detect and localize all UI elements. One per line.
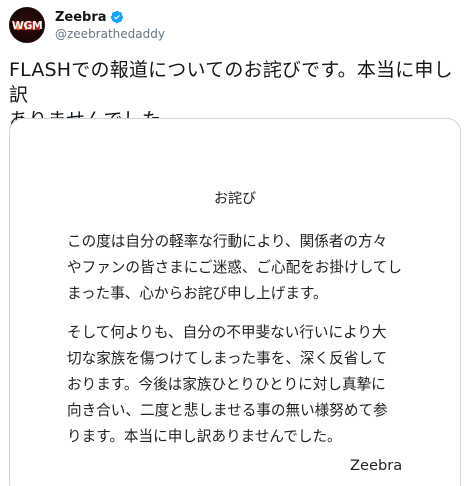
document-line: 切な家族を傷つけてしまった事を、深く反省して — [67, 350, 388, 367]
user-names: Zeebra @zeebrathedaddy — [55, 9, 165, 42]
document-line: 向き合い、二度と悲しませる事の無い様努めて参 — [67, 402, 388, 419]
document-line: おります。今後は家族ひとりひとりに対し真摯に — [67, 376, 386, 393]
tweet-header: WGM Zeebra @zeebrathedaddy — [9, 7, 165, 43]
document-line: そして何よりも、自分の不甲斐ない行いにより大 — [67, 324, 387, 341]
document-paragraph: この度は自分の軽率な行動により、関係者の方々 やファンの皆さまにご迷惑、ご心配を… — [67, 229, 427, 307]
name-row: Zeebra — [55, 9, 165, 26]
tweet: WGM Zeebra @zeebrathedaddy FLASHでの報道について… — [0, 0, 468, 486]
document-line: やファンの皆さまにご迷惑、ご心配をお掛けしてし — [67, 259, 402, 276]
document-paragraph: そして何よりも、自分の不甲斐ない行いにより大 切な家族を傷つけてしまった事を、深… — [67, 320, 427, 450]
display-name[interactable]: Zeebra — [55, 10, 107, 25]
tweet-image[interactable]: お詫び この度は自分の軽率な行動により、関係者の方々 やファンの皆さまにご迷惑、… — [9, 118, 461, 486]
tweet-text-line: FLASHでの報道についてのお詫びです。本当に申し訳 — [9, 59, 453, 106]
apology-document: お詫び この度は自分の軽率な行動により、関係者の方々 やファンの皆さまにご迷惑、… — [10, 119, 460, 486]
document-title: お詫び — [214, 191, 256, 207]
document-line: ります。本当に申し訳ありませんでした。 — [67, 428, 342, 445]
document-line: この度は自分の軽率な行動により、関係者の方々 — [67, 233, 388, 250]
avatar[interactable]: WGM — [9, 7, 45, 43]
verified-badge-icon — [110, 10, 123, 24]
user-handle[interactable]: @zeebrathedaddy — [55, 26, 165, 42]
avatar-logo-text: WGM — [11, 19, 43, 32]
document-line: まった事、心からお詫び申し上げます。 — [67, 285, 328, 302]
document-signature: Zeebra — [350, 457, 403, 474]
